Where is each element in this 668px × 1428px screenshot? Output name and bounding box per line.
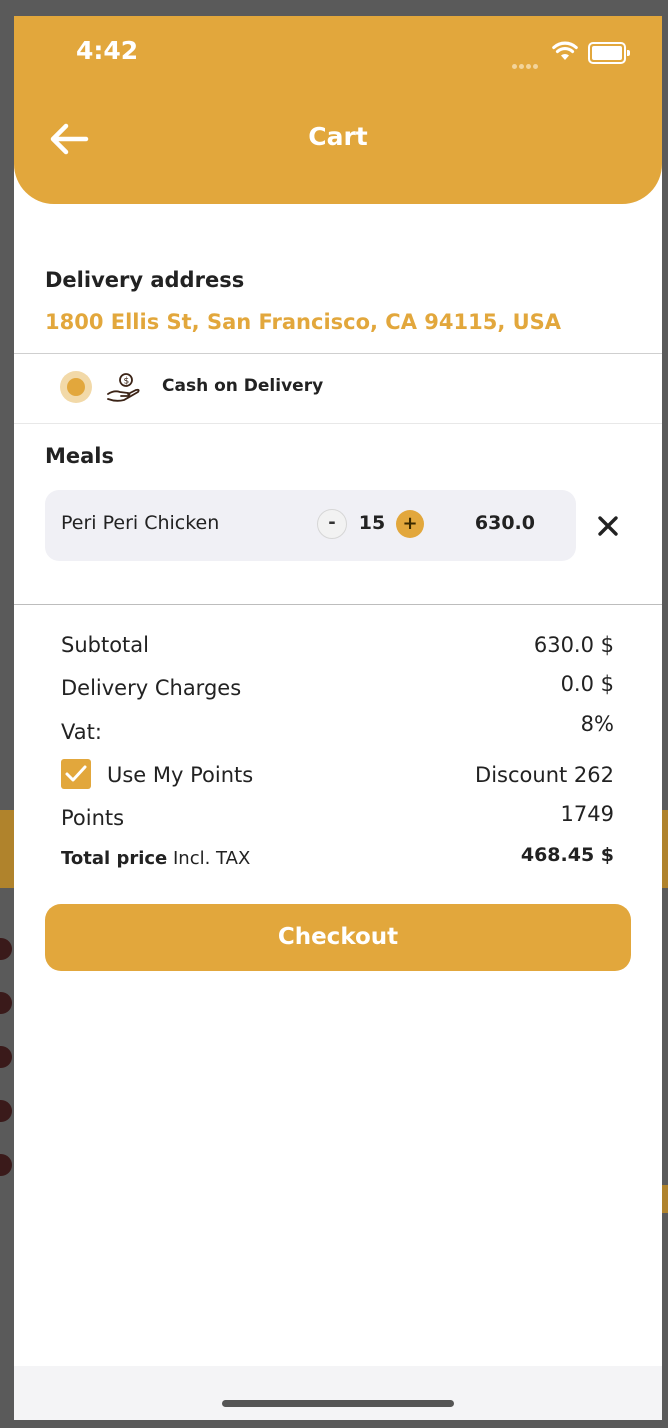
divider bbox=[14, 604, 662, 605]
checkout-button[interactable]: Checkout bbox=[45, 904, 631, 971]
wifi-icon bbox=[552, 41, 578, 60]
points-row: Points 1749 bbox=[61, 802, 614, 836]
discount-value: Discount 262 bbox=[475, 763, 614, 787]
background-list-item bbox=[0, 1038, 14, 1078]
battery-icon bbox=[588, 42, 630, 64]
subtotal-row: Subtotal 630.0 $ bbox=[61, 633, 614, 663]
payment-radio-button[interactable] bbox=[60, 371, 92, 403]
vat-row: Vat: 8% bbox=[61, 712, 614, 750]
meal-price: 630.0 bbox=[474, 512, 535, 534]
page-title: Cart bbox=[308, 122, 368, 151]
vat-value: 8% bbox=[580, 712, 614, 736]
use-points-row: Use My Points Discount 262 bbox=[61, 759, 614, 793]
delivery-charges-label: Delivery Charges bbox=[61, 676, 242, 700]
meals-section-title: Meals bbox=[45, 444, 115, 468]
total-price-label: Total price bbox=[61, 848, 168, 869]
cash-on-delivery-icon: $ bbox=[107, 373, 140, 402]
remove-item-close-icon[interactable] bbox=[594, 512, 622, 540]
quantity-value: 15 bbox=[358, 512, 386, 534]
status-time: 4:42 bbox=[76, 36, 139, 65]
background-list-item bbox=[0, 930, 14, 970]
background-list-item bbox=[0, 1146, 14, 1186]
points-label: Points bbox=[61, 806, 125, 830]
background-app-banner-left bbox=[0, 810, 14, 888]
use-points-label: Use My Points bbox=[107, 763, 254, 787]
delivery-address-label: Delivery address bbox=[45, 268, 245, 292]
meal-name: Peri Peri Chicken bbox=[61, 512, 220, 534]
delivery-address-value[interactable]: 1800 Ellis St, San Francisco, CA 94115, … bbox=[45, 310, 561, 334]
header-bar: 4:42 Cart bbox=[14, 16, 662, 204]
cellular-signal-icon bbox=[512, 54, 540, 73]
background-list-item bbox=[0, 984, 14, 1024]
background-app-strip-right bbox=[662, 1185, 668, 1213]
divider bbox=[14, 423, 662, 424]
points-value: 1749 bbox=[560, 802, 614, 826]
home-indicator[interactable] bbox=[222, 1400, 454, 1407]
divider bbox=[14, 353, 662, 354]
delivery-charges-row: Delivery Charges 0.0 $ bbox=[61, 672, 614, 706]
subtotal-value: 630.0 $ bbox=[533, 633, 614, 657]
payment-method-label: Cash on Delivery bbox=[162, 376, 324, 396]
bottom-safe-area bbox=[14, 1366, 662, 1420]
svg-text:$: $ bbox=[124, 377, 130, 387]
total-price-label-group: Total price Incl. TAX bbox=[61, 848, 250, 869]
vat-label: Vat: bbox=[61, 720, 102, 744]
use-points-checkbox[interactable] bbox=[61, 759, 91, 789]
subtotal-label: Subtotal bbox=[61, 633, 149, 657]
cart-sheet: 4:42 Cart Delivery address 1800 Ellis St… bbox=[14, 16, 662, 1420]
background-app-banner-right bbox=[662, 810, 668, 888]
increase-quantity-button[interactable]: + bbox=[396, 510, 424, 538]
decrease-quantity-button[interactable]: - bbox=[317, 509, 347, 539]
background-list-item bbox=[0, 1092, 14, 1132]
delivery-charges-value: 0.0 $ bbox=[560, 672, 614, 696]
total-price-tax-note: Incl. TAX bbox=[173, 848, 251, 869]
total-price-row: Total price Incl. TAX 468.45 $ bbox=[61, 844, 614, 878]
meal-item-card: Peri Peri Chicken - 15 + 630.0 bbox=[45, 490, 576, 561]
total-price-value: 468.45 $ bbox=[520, 844, 614, 866]
